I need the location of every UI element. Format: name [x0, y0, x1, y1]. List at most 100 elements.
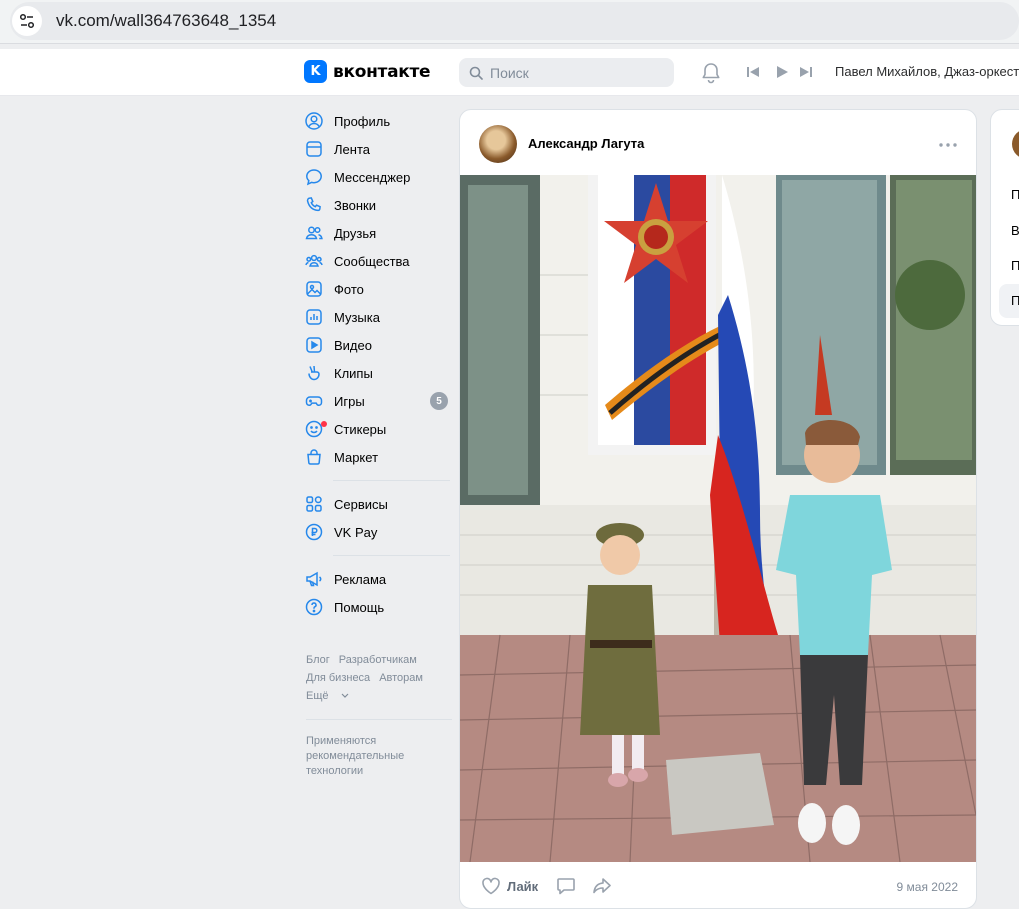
- browser-toolbar: vk.com/wall364763648_1354: [0, 0, 1019, 44]
- nav-label: Друзья: [334, 225, 377, 241]
- share-icon: [593, 878, 611, 894]
- search-icon: [469, 66, 483, 80]
- vk-header: K вконтакте Павел Михайлов, Джаз-оркест: [0, 49, 1019, 96]
- clips-icon: [304, 363, 324, 383]
- nav-newsfeed[interactable]: Лента: [304, 135, 454, 163]
- message-icon: [304, 167, 324, 187]
- nav-divider: [333, 480, 450, 481]
- newsfeed-icon: [304, 139, 324, 159]
- url-text[interactable]: vk.com/wall364763648_1354: [56, 11, 276, 31]
- vk-logo[interactable]: K вконтакте: [304, 60, 431, 83]
- footer-links: Блог Разработчикам Для бизнеса Авторам Ещё: [306, 651, 446, 705]
- nav-label: Видео: [334, 337, 372, 353]
- author-name[interactable]: Александр Лагута: [528, 136, 644, 151]
- right-menu-item[interactable]: Во: [1011, 223, 1019, 238]
- nav-market[interactable]: Маркет: [304, 443, 454, 471]
- author-avatar[interactable]: [479, 125, 517, 163]
- recommendation-tech-note[interactable]: Применяются рекомендательные технологии: [306, 734, 446, 779]
- nav-clips[interactable]: Клипы: [304, 359, 454, 387]
- post-date[interactable]: 9 мая 2022: [897, 880, 958, 894]
- nav-photo[interactable]: Фото: [304, 275, 454, 303]
- post-actions: Лайк 9 мая 2022: [460, 862, 976, 908]
- footer-link-authors[interactable]: Авторам: [379, 672, 423, 684]
- profile-avatar[interactable]: [1012, 129, 1019, 159]
- nav-services[interactable]: Сервисы: [304, 490, 454, 518]
- music-icon: [304, 307, 324, 327]
- nav-label: Реклама: [334, 571, 387, 587]
- nav-label: Стикеры: [334, 421, 387, 437]
- nav-friends[interactable]: Друзья: [304, 219, 454, 247]
- friends-icon: [304, 223, 324, 243]
- nav-music[interactable]: Музыка: [304, 303, 454, 331]
- nav-profile[interactable]: Профиль: [304, 107, 454, 135]
- footer-link-business[interactable]: Для бизнеса: [306, 672, 370, 684]
- nav-vkpay[interactable]: VK Pay: [304, 518, 454, 546]
- comment-button[interactable]: [556, 877, 576, 895]
- right-menu-item[interactable]: П: [1011, 258, 1019, 273]
- nav-stickers[interactable]: Стикеры: [304, 415, 454, 443]
- nav-label: Фото: [334, 281, 364, 297]
- notification-dot: [321, 421, 327, 427]
- vk-logo-icon: K: [304, 60, 327, 83]
- nav-label: Игры: [334, 393, 365, 409]
- footer-more-label: Ещё: [306, 690, 329, 702]
- footer-divider: [306, 719, 452, 720]
- nav-communities[interactable]: Сообщества: [304, 247, 454, 275]
- user-circle-icon: [304, 111, 324, 131]
- next-track-icon[interactable]: [799, 65, 813, 79]
- footer-link-developers[interactable]: Разработчикам: [339, 654, 417, 666]
- gamepad-icon: [304, 391, 324, 411]
- nav-games[interactable]: Игры 5: [304, 387, 454, 415]
- footer-link-more[interactable]: Ещё: [306, 690, 349, 702]
- nav-label: Профиль: [334, 113, 391, 129]
- right-sidebar-card: П Во П П: [990, 109, 1019, 326]
- more-options-icon[interactable]: [936, 135, 960, 155]
- post-header: Александр Лагута: [460, 110, 976, 176]
- photo-icon: [304, 279, 324, 299]
- post-photo[interactable]: [460, 175, 976, 862]
- search-input[interactable]: [490, 64, 660, 81]
- bell-icon[interactable]: [701, 62, 721, 84]
- like-button[interactable]: Лайк: [481, 877, 538, 895]
- nav-label: Клипы: [334, 365, 373, 381]
- nav-label: Музыка: [334, 309, 380, 325]
- nav-label: Мессенджер: [334, 169, 411, 185]
- communities-icon: [304, 251, 324, 271]
- megaphone-icon: [304, 569, 324, 589]
- vk-logo-text: вконтакте: [333, 61, 431, 82]
- market-bag-icon: [304, 447, 324, 467]
- sticker-icon: [304, 419, 327, 439]
- video-icon: [304, 335, 324, 355]
- nav-label: Лента: [334, 141, 370, 157]
- nav-label: Маркет: [334, 449, 379, 465]
- wall-post: Александр Лагута Лайк 9 мая 2022: [459, 109, 977, 909]
- like-label: Лайк: [507, 878, 539, 894]
- left-sidebar: Профиль Лента Мессенджер Звонки Друзья С…: [304, 107, 454, 621]
- phone-icon: [304, 195, 324, 215]
- right-menu-item[interactable]: П: [1011, 187, 1019, 202]
- search-box[interactable]: [459, 58, 674, 87]
- nav-label: VK Pay: [334, 524, 378, 540]
- nav-video[interactable]: Видео: [304, 331, 454, 359]
- comment-icon: [557, 878, 575, 895]
- heart-icon: [482, 877, 500, 895]
- nav-label: Сообщества: [334, 253, 410, 269]
- share-button[interactable]: [592, 877, 612, 895]
- nav-calls[interactable]: Звонки: [304, 191, 454, 219]
- address-bar[interactable]: vk.com/wall364763648_1354: [10, 2, 1019, 40]
- footer-link-blog[interactable]: Блог: [306, 654, 330, 666]
- nav-label: Помощь: [334, 599, 385, 615]
- nav-messenger[interactable]: Мессенджер: [304, 163, 454, 191]
- games-count-badge: 5: [430, 392, 448, 410]
- play-icon[interactable]: [775, 65, 789, 79]
- site-info-icon[interactable]: [12, 6, 42, 36]
- nav-divider: [333, 555, 450, 556]
- nav-help[interactable]: Помощь: [304, 593, 454, 621]
- previous-track-icon[interactable]: [746, 65, 760, 79]
- help-icon: [304, 597, 324, 617]
- now-playing-text[interactable]: Павел Михайлов, Джаз-оркест: [835, 64, 1019, 79]
- right-menu-item[interactable]: П: [1011, 293, 1019, 308]
- vkpay-icon: [304, 522, 324, 542]
- nav-ads[interactable]: Реклама: [304, 565, 454, 593]
- nav-label: Сервисы: [334, 496, 388, 512]
